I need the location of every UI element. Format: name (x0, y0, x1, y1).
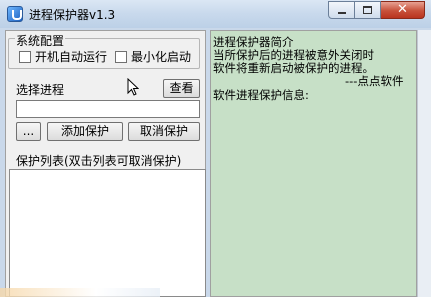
maximize-button[interactable] (355, 1, 381, 19)
info-panel: 进程保护器简介 当所保护后的进程被意外关闭时 软件将重新启动被保护的进程。 --… (210, 30, 417, 297)
minimize-start-label: 最小化启动 (131, 50, 192, 64)
title-bar: 进程保护器v1.3 ✕ (0, 0, 431, 28)
info-signature: ---点点软件 (345, 74, 404, 88)
vertical-scrollbar[interactable] (417, 30, 431, 297)
autostart-checkbox[interactable] (19, 50, 31, 63)
browse-button[interactable]: ... (16, 122, 41, 141)
protect-info-label: 软件进程保护信息: (213, 88, 309, 102)
process-input[interactable] (16, 100, 200, 118)
minimize-button[interactable] (328, 1, 355, 19)
select-process-label: 选择进程 (16, 83, 65, 97)
background-strip (0, 288, 160, 297)
window-controls: ✕ (328, 1, 425, 19)
protect-list[interactable] (9, 169, 206, 297)
info-line: 当所保护后的进程被意外关闭时 (213, 48, 374, 62)
view-button[interactable]: 查看 (163, 79, 200, 98)
minimize-start-checkbox[interactable] (115, 50, 127, 63)
maximize-icon (363, 6, 372, 14)
protect-list-label: 保护列表(双击列表可取消保护) (16, 154, 182, 168)
autostart-option[interactable]: 开机自动运行 (19, 48, 107, 65)
mouse-cursor-icon (127, 78, 139, 96)
autostart-label: 开机自动运行 (35, 50, 108, 64)
config-group-label: 系统配置 (15, 32, 66, 49)
cancel-protect-button[interactable]: 取消保护 (128, 122, 200, 141)
window-title: 进程保护器v1.3 (29, 8, 116, 22)
close-button[interactable]: ✕ (381, 1, 425, 19)
minimize-start-option[interactable]: 最小化启动 (115, 48, 191, 65)
info-line: 软件将重新启动被保护的进程。 (213, 61, 374, 75)
info-title: 进程保护器简介 (213, 35, 294, 49)
close-icon: ✕ (397, 2, 408, 17)
app-icon (7, 6, 23, 22)
add-protect-button[interactable]: 添加保护 (47, 122, 123, 141)
minimize-icon (338, 12, 346, 14)
